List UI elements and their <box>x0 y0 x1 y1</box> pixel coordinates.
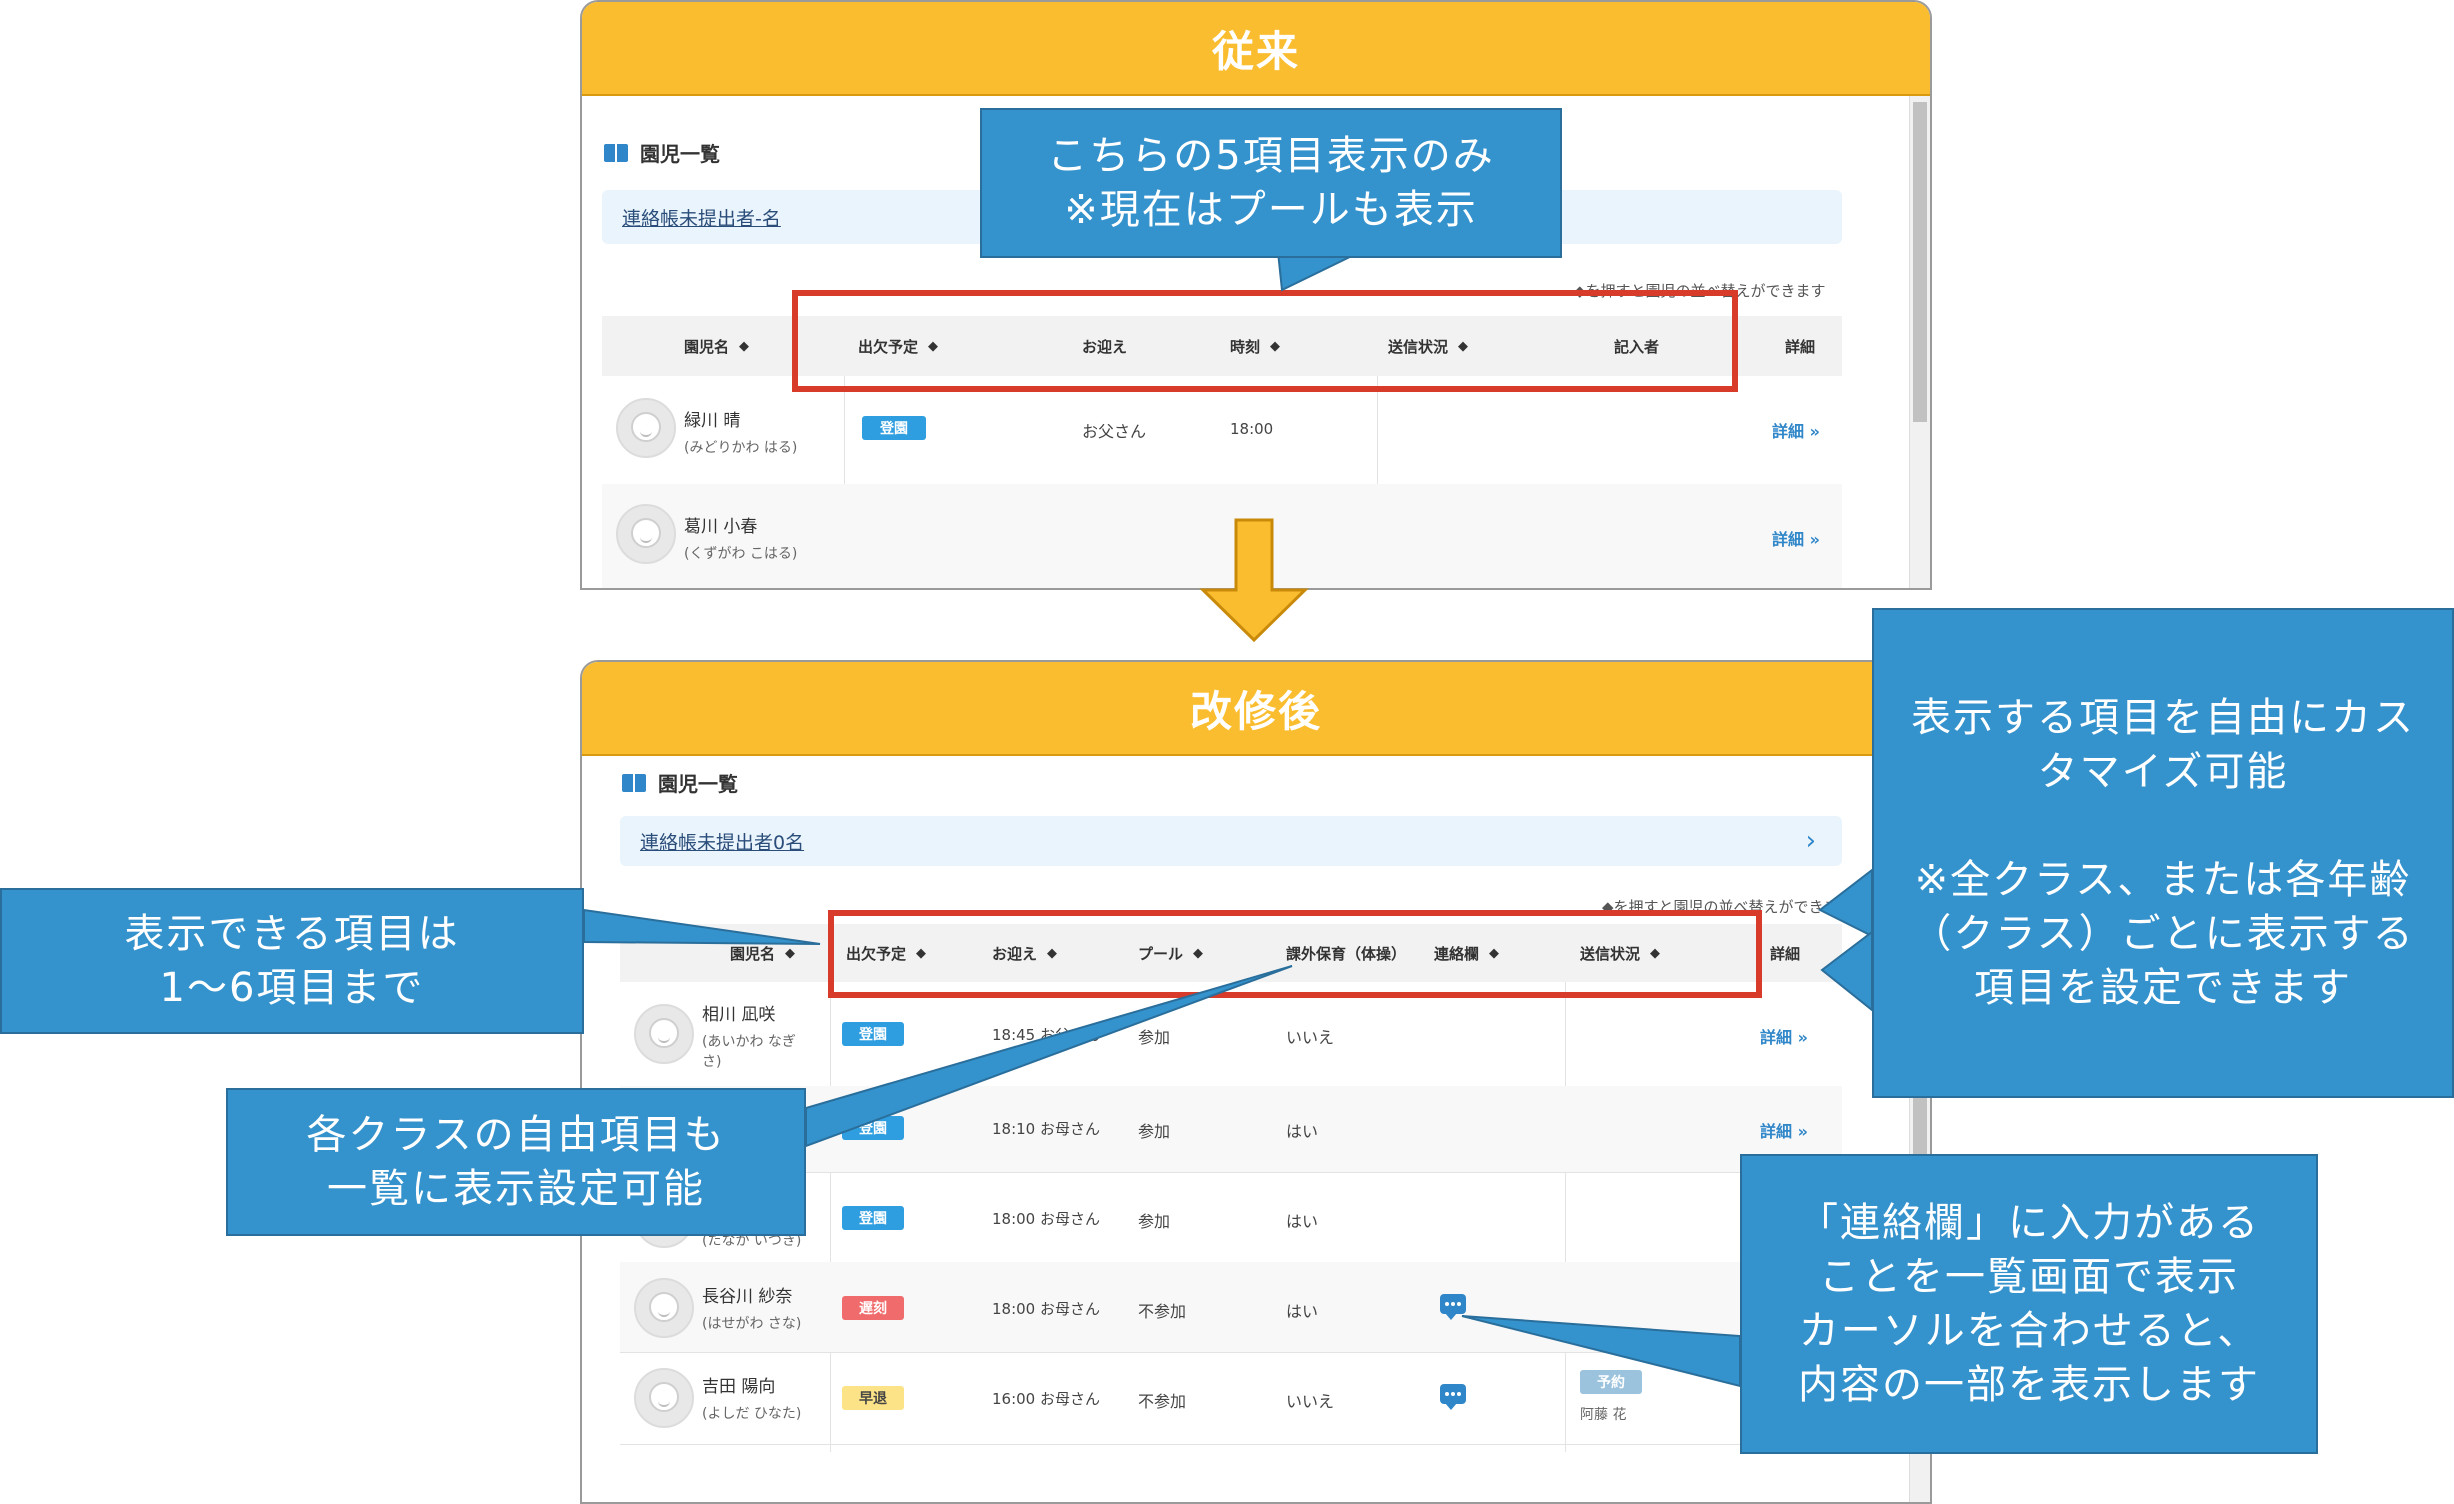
avatar <box>634 1004 694 1064</box>
chevron-right-icon: › <box>1805 826 1816 856</box>
sort-icon: ◆ <box>785 945 796 961</box>
callout-customize: 表示する項目を自由にカスタマイズ可能 ※全クラス、または各年齢（クラス）ごとに表… <box>1872 608 2454 1098</box>
status-badge: 登園 <box>842 1116 904 1140</box>
avatar <box>634 1368 694 1428</box>
before-scrollbar[interactable] <box>1909 96 1930 588</box>
callout-free-items: 各クラスの自由項目も 一覧に表示設定可能 <box>226 1088 806 1236</box>
avatar <box>616 398 676 458</box>
table-row[interactable]: 長谷川 紗奈 (はせがわ さな) 遅刻 18:00 お母さん 不参加 はい <box>620 1262 1842 1353</box>
detail-link[interactable]: 詳細 » <box>1772 418 1820 442</box>
status-badge: 早退 <box>842 1386 904 1410</box>
status-badge: 遅刻 <box>842 1296 904 1320</box>
callout-five-items: こちらの5項目表示のみ ※現在はプールも表示 <box>980 108 1562 258</box>
detail-link[interactable]: 詳細 » <box>1760 1024 1808 1048</box>
table-row[interactable]: 緑川 晴 (みどりかわ はる) 登園 お父さん 18:00 詳細 » <box>602 376 1842 485</box>
reserved-badge: 予約 <box>1580 1370 1642 1394</box>
before-header: 従来 <box>582 2 1930 96</box>
status-badge: 登園 <box>862 416 926 440</box>
book-icon <box>604 142 630 164</box>
table-row[interactable]: 葛川 小春 (くずがわ こはる) 詳細 » <box>602 484 1842 588</box>
callout-message-field: 「連絡欄」に入力がある ことを一覧画面で表示 カーソルを合わせると、 内容の一部… <box>1740 1154 2318 1454</box>
message-icon[interactable] <box>1440 1294 1466 1320</box>
avatar <box>616 504 676 564</box>
unsubmitted-link[interactable]: 連絡帳未提出者-名 <box>622 204 781 231</box>
status-badge: 登園 <box>842 1022 904 1046</box>
message-icon[interactable] <box>1440 1384 1466 1410</box>
col-name[interactable]: 園児名 ◆ <box>684 316 749 376</box>
book-icon <box>622 772 648 794</box>
detail-link[interactable]: 詳細 » <box>1772 526 1820 550</box>
sort-icon: ◆ <box>739 338 750 354</box>
detail-link[interactable]: 詳細 » <box>1760 1118 1808 1142</box>
after-header: 改修後 <box>582 662 1930 756</box>
avatar <box>634 1278 694 1338</box>
before-section-title: 園児一覧 <box>604 138 720 167</box>
col-detail: 詳細 <box>1770 944 1801 963</box>
before-highlight-box <box>792 290 1738 392</box>
callout-up-to-six: 表示できる項目は 1〜6項目まで <box>0 888 584 1034</box>
col-detail: 詳細 <box>1785 337 1816 356</box>
after-section-title: 園児一覧 <box>622 768 738 797</box>
after-highlight-box <box>828 910 1762 998</box>
after-panel: 改修後 園児一覧 連絡帳未提出者0名 › ◆を押すと園児の並べ替えができます 園… <box>580 660 1932 1504</box>
col-name[interactable]: 園児名 ◆ <box>730 924 795 982</box>
status-badge: 登園 <box>842 1206 904 1230</box>
unsubmitted-link[interactable]: 連絡帳未提出者0名 <box>640 828 804 855</box>
table-row[interactable]: 吉田 陽向 (よしだ ひなた) 早退 16:00 お母さん 不参加 いいえ 予約… <box>620 1352 1842 1445</box>
after-notice[interactable]: 連絡帳未提出者0名 › <box>620 816 1842 866</box>
